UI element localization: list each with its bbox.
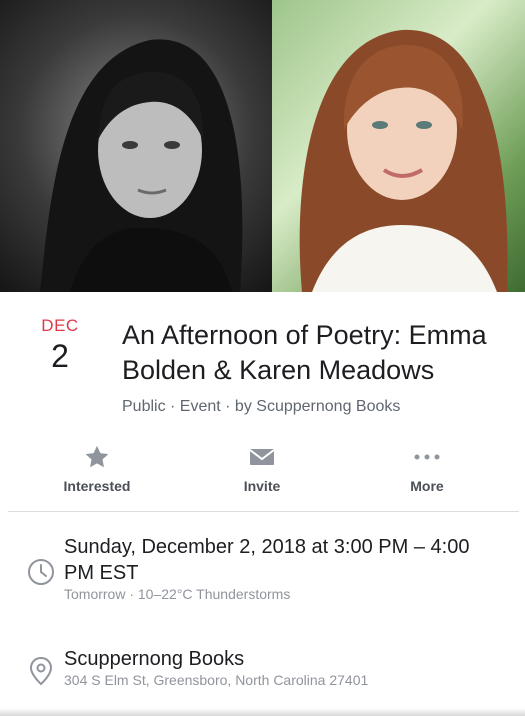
envelope-icon [192,440,332,474]
venue-name: Scuppernong Books [64,648,245,670]
venue-address: 304 S Elm St, Greensboro, North Carolina… [64,672,369,688]
divider [8,511,519,512]
more-button[interactable]: More [357,440,497,494]
event-date: DEC 2 [24,316,96,375]
clock-icon [27,558,55,586]
event-month: DEC [41,316,79,335]
star-icon [27,440,167,474]
event-meta[interactable]: Public · Event · by Scuppernong Books [122,398,512,416]
portrait-photo-left [0,0,272,292]
bottom-edge [0,708,525,716]
event-title: An Afternoon of Poetry: Emma Bolden & Ka… [122,320,487,385]
weather-forecast: Tomorrow · 10–22°C Thunderstorms [64,586,291,602]
cover-photo[interactable] [0,0,525,292]
portrait-photo-right [272,0,525,292]
more-label: More [410,478,444,494]
event-header: An Afternoon of Poetry: Emma Bolden & Ka… [122,318,512,416]
event-time: Sunday, December 2, 2018 at 3:00 PM – 4:… [64,536,470,584]
event-day: 2 [51,338,69,374]
location-pin-icon [27,656,55,686]
more-dots-icon [357,440,497,474]
event-location-row[interactable]: Scuppernong Books 304 S Elm St, Greensbo… [0,646,525,696]
event-time-row[interactable]: Sunday, December 2, 2018 at 3:00 PM – 4:… [0,534,525,614]
invite-button[interactable]: Invite [192,440,332,494]
action-bar: Interested Invite More [0,440,525,510]
interested-button[interactable]: Interested [27,440,167,494]
invite-label: Invite [243,478,281,494]
interested-label: Interested [63,478,131,494]
